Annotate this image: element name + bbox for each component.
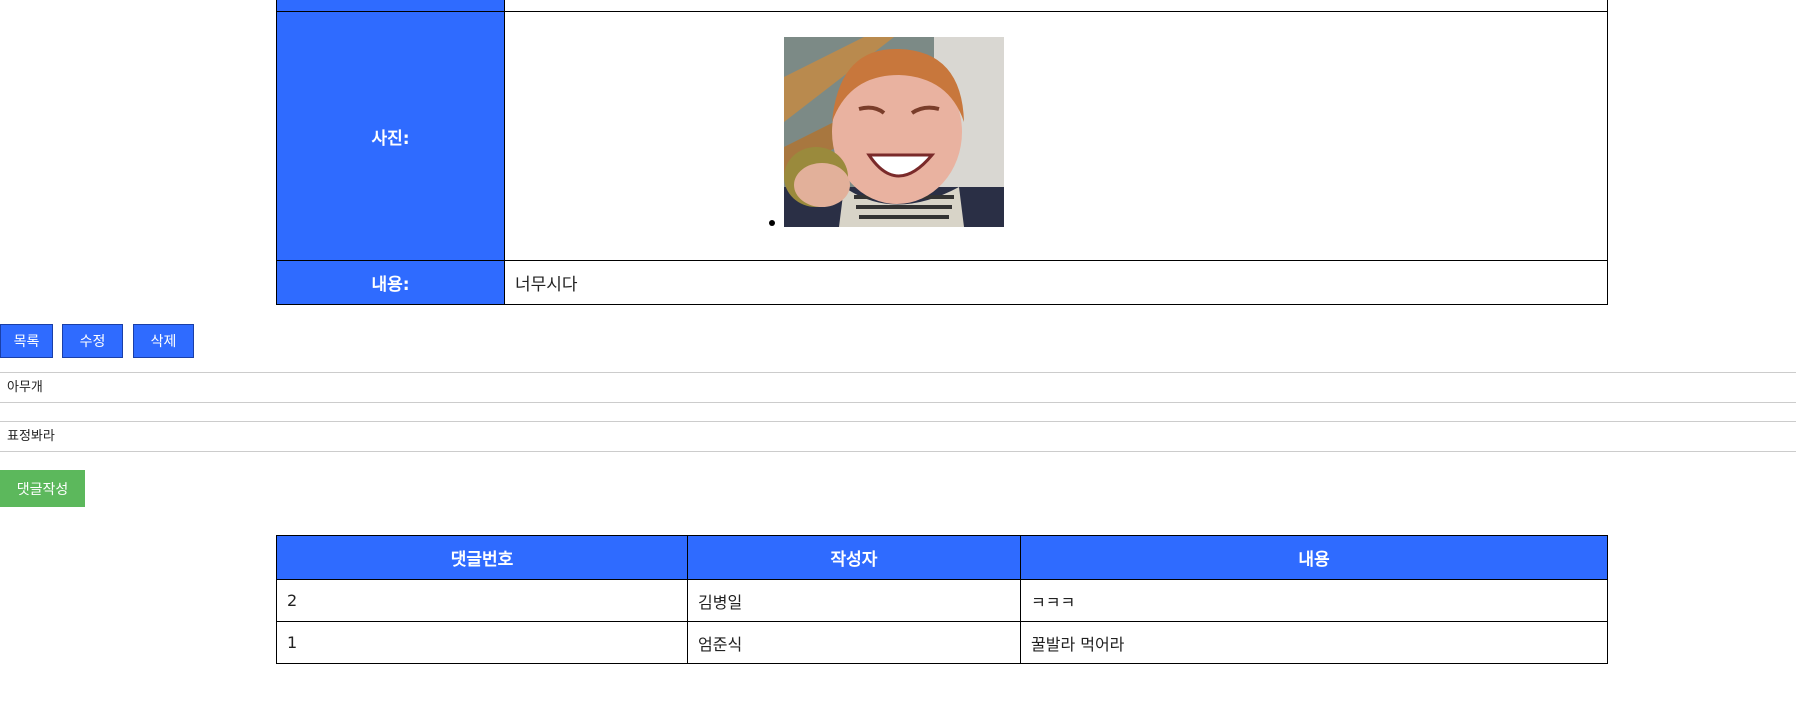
list-button[interactable]: 목록 <box>0 324 53 358</box>
post-photo <box>784 37 1004 227</box>
content-value: 너무시다 <box>504 260 1608 305</box>
detail-row-photo: 사진: <box>276 11 1608 261</box>
detail-row-top <box>276 0 1608 12</box>
delete-button[interactable]: 삭제 <box>133 324 194 358</box>
detail-row-content: 내용: 너무시다 <box>276 260 1608 305</box>
comment-content: 꿀발라 먹어라 <box>1020 621 1608 664</box>
comment-writer-field[interactable]: 아무개 <box>0 372 1796 403</box>
comments-header-row: 댓글번호 작성자 내용 <box>276 535 1608 580</box>
comment-number: 2 <box>276 579 688 622</box>
content-label: 내용: <box>276 260 505 305</box>
table-row: 1 엄준식 꿀발라 먹어라 <box>276 621 1608 664</box>
column-header-number: 댓글번호 <box>276 535 688 580</box>
list-bullet <box>769 220 775 226</box>
photo-cell <box>504 11 1608 261</box>
detail-row-top-label <box>276 0 505 12</box>
comment-submit-button[interactable]: 댓글작성 <box>0 470 85 507</box>
comment-content: ㅋㅋㅋ <box>1020 579 1608 622</box>
column-header-writer: 작성자 <box>687 535 1021 580</box>
comments-table: 댓글번호 작성자 내용 2 김병일 ㅋㅋㅋ 1 엄준식 꿀발라 먹어라 <box>276 535 1608 664</box>
column-header-content: 내용 <box>1020 535 1608 580</box>
post-detail-table: 사진: 내용: 너무시다 <box>276 0 1608 305</box>
comment-writer: 엄준식 <box>687 621 1021 664</box>
edit-button[interactable]: 수정 <box>62 324 123 358</box>
table-row: 2 김병일 ㅋㅋㅋ <box>276 579 1608 622</box>
comment-content-field[interactable]: 표정봐라 <box>0 421 1796 452</box>
detail-row-top-value <box>504 0 1608 12</box>
comment-writer: 김병일 <box>687 579 1021 622</box>
comment-number: 1 <box>276 621 688 664</box>
photo-label: 사진: <box>276 11 505 261</box>
